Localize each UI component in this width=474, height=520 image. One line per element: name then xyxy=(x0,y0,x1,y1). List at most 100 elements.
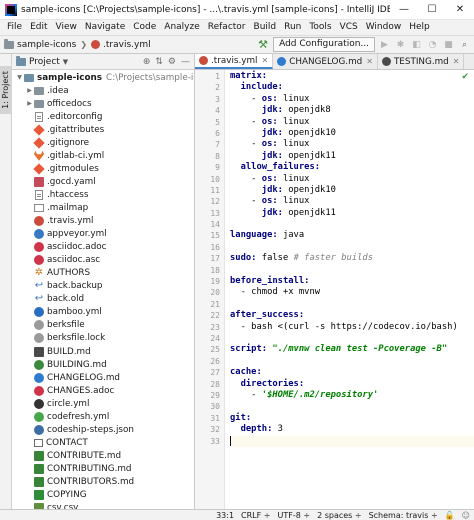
profile-icon[interactable]: ◔ xyxy=(426,40,439,50)
indent-setting[interactable]: 2 spaces ÷ xyxy=(317,511,362,520)
tree-item[interactable]: asciidoc.asc xyxy=(12,254,194,267)
tree-item[interactable]: ✲ AUTHORS xyxy=(12,267,194,280)
menu-file[interactable]: File xyxy=(3,20,26,35)
menu-analyze[interactable]: Analyze xyxy=(160,20,203,35)
chevron-right-icon[interactable]: ▶ xyxy=(25,87,34,94)
tree-item[interactable]: csv.csv xyxy=(12,502,194,509)
tree-item[interactable]: appveyor.yml xyxy=(12,228,194,241)
tree-item[interactable]: .htaccess xyxy=(12,188,194,201)
tree-item[interactable]: ↩ back.old xyxy=(12,293,194,306)
search-icon[interactable]: ⌕ xyxy=(458,40,471,50)
lock-icon[interactable]: 🔓 xyxy=(445,511,455,520)
code-editor[interactable]: ✔ matrix: include: - os: linux jdk: open… xyxy=(230,70,474,509)
tree-item[interactable]: ▶ .idea xyxy=(12,84,194,97)
chevron-down-icon[interactable]: ▼ xyxy=(15,74,24,81)
menu-tools[interactable]: Tools xyxy=(305,20,335,35)
tree-item[interactable]: CHANGES.adoc xyxy=(12,384,194,397)
tree-item[interactable]: .gitignore xyxy=(12,136,194,149)
chevron-down-icon[interactable]: ▼ xyxy=(63,58,68,66)
tree-item[interactable]: berksfile.lock xyxy=(12,332,194,345)
tree-item[interactable]: asciidoc.adoc xyxy=(12,241,194,254)
tree-item[interactable]: codeship-steps.json xyxy=(12,423,194,436)
breadcrumb-project[interactable]: sample-icons xyxy=(4,38,77,50)
line-number: 29 xyxy=(210,390,220,400)
close-button[interactable]: ✕ xyxy=(446,0,474,20)
breadcrumb-project-label: sample-icons xyxy=(17,39,77,50)
close-icon[interactable]: ✕ xyxy=(366,57,373,66)
menu-view[interactable]: View xyxy=(52,20,81,35)
close-icon[interactable]: ✕ xyxy=(262,56,269,65)
tree-item[interactable]: berksfile xyxy=(12,319,194,332)
code-line: - os: linux xyxy=(230,174,474,185)
tree-item[interactable]: codefresh.yml xyxy=(12,410,194,423)
minimize-button[interactable]: — xyxy=(390,0,418,20)
run-icon[interactable]: ▶ xyxy=(378,40,391,50)
tree-item[interactable]: .travis.yml xyxy=(12,215,194,228)
project-panel: Project ▼ ⊕ ⇅ ⚙ — ▼ sample-icons C:\Projec… xyxy=(12,54,195,509)
project-panel-title[interactable]: Project xyxy=(29,57,60,67)
build-hammer-icon[interactable]: ⚒ xyxy=(256,38,270,51)
project-tool-button[interactable]: 1: Project xyxy=(0,66,12,114)
line-number: 7 xyxy=(215,140,220,150)
code-token: include: xyxy=(240,82,283,93)
editor-tab[interactable]: .travis.yml ✕ xyxy=(195,54,274,69)
event-log-icon[interactable]: ☺ xyxy=(462,511,470,520)
file-encoding[interactable]: UTF-8 ÷ xyxy=(277,511,310,520)
menu-refactor[interactable]: Refactor xyxy=(204,20,250,35)
code-line: - os: linux xyxy=(230,196,474,207)
tree-item[interactable]: .editorconfig xyxy=(12,110,194,123)
caret-position[interactable]: 33:1 xyxy=(216,511,234,520)
tree-item[interactable]: ↩ back.backup xyxy=(12,280,194,293)
line-number: 9 xyxy=(215,163,220,173)
close-icon[interactable]: ✕ xyxy=(453,57,460,66)
tree-item[interactable]: CONTACT xyxy=(12,436,194,449)
tree-item[interactable]: CHANGELOG.md xyxy=(12,371,194,384)
tree-item[interactable]: .gitlab-ci.yml xyxy=(12,149,194,162)
menu-vcs[interactable]: VCS xyxy=(336,20,362,35)
menu-build[interactable]: Build xyxy=(250,20,281,35)
tree-item[interactable]: .mailmap xyxy=(12,201,194,214)
editor-tab[interactable]: TESTING.md ✕ xyxy=(378,54,465,69)
stop-icon[interactable]: ■ xyxy=(442,40,455,50)
tree-item[interactable]: BUILDING.md xyxy=(12,358,194,371)
tree-item[interactable]: circle.yml xyxy=(12,397,194,410)
menu-window[interactable]: Window xyxy=(362,20,406,35)
inspection-ok-icon[interactable]: ✔ xyxy=(461,72,469,82)
line-number: 3 xyxy=(215,94,220,104)
tree-item[interactable]: bamboo.yml xyxy=(12,306,194,319)
add-configuration-button[interactable]: Add Configuration... xyxy=(273,37,375,52)
tree-item[interactable]: CONTRIBUTE.md xyxy=(12,449,194,462)
locate-icon[interactable]: ⊕ xyxy=(143,57,151,67)
menu-edit[interactable]: Edit xyxy=(26,20,51,35)
chevron-right-icon[interactable]: ▶ xyxy=(25,100,34,107)
code-token: linux xyxy=(277,93,310,104)
menu-help[interactable]: Help xyxy=(405,20,434,35)
line-separator[interactable]: CRLF ÷ xyxy=(241,511,270,520)
menu-code[interactable]: Code xyxy=(129,20,160,35)
menu-run[interactable]: Run xyxy=(280,20,305,35)
hide-icon[interactable]: — xyxy=(181,57,190,67)
code-token: - bash <(curl -s https://codecov.io/bash… xyxy=(230,321,458,332)
editor-tab[interactable]: CHANGELOG.md ✕ xyxy=(273,54,378,69)
code-token: matrix: xyxy=(230,71,268,81)
tree-item[interactable]: COPYING xyxy=(12,489,194,502)
maximize-button[interactable]: ☐ xyxy=(418,0,446,20)
tree-item[interactable]: .gocd.yaml xyxy=(12,175,194,188)
tree-item[interactable]: ▶ officedocs xyxy=(12,97,194,110)
menu-navigate[interactable]: Navigate xyxy=(81,20,129,35)
tree-item[interactable]: ▼ sample-iconsC:\Projects\sample-icons xyxy=(12,71,194,84)
debug-icon[interactable]: ✱ xyxy=(394,40,407,50)
coverage-icon[interactable]: ◧ xyxy=(410,40,423,50)
tree-item[interactable]: CONTRIBUTING.md xyxy=(12,462,194,475)
tree-item[interactable]: .gitmodules xyxy=(12,162,194,175)
json-schema[interactable]: Schema: travis ÷ xyxy=(369,511,438,520)
collapse-all-icon[interactable]: ⇅ xyxy=(155,57,163,67)
gear-icon[interactable]: ⚙ xyxy=(168,57,176,67)
tree-item[interactable]: CONTRIBUTORS.md xyxy=(12,475,194,488)
tree-item[interactable]: .gitattributes xyxy=(12,123,194,136)
title-bar: sample-icons [C:\Projects\sample-icons] … xyxy=(0,0,474,20)
code-token: - chmod +x mvnw xyxy=(230,287,321,298)
breadcrumb-file[interactable]: .travis.yml xyxy=(91,40,151,50)
tree-item[interactable]: BUILD.md xyxy=(12,345,194,358)
